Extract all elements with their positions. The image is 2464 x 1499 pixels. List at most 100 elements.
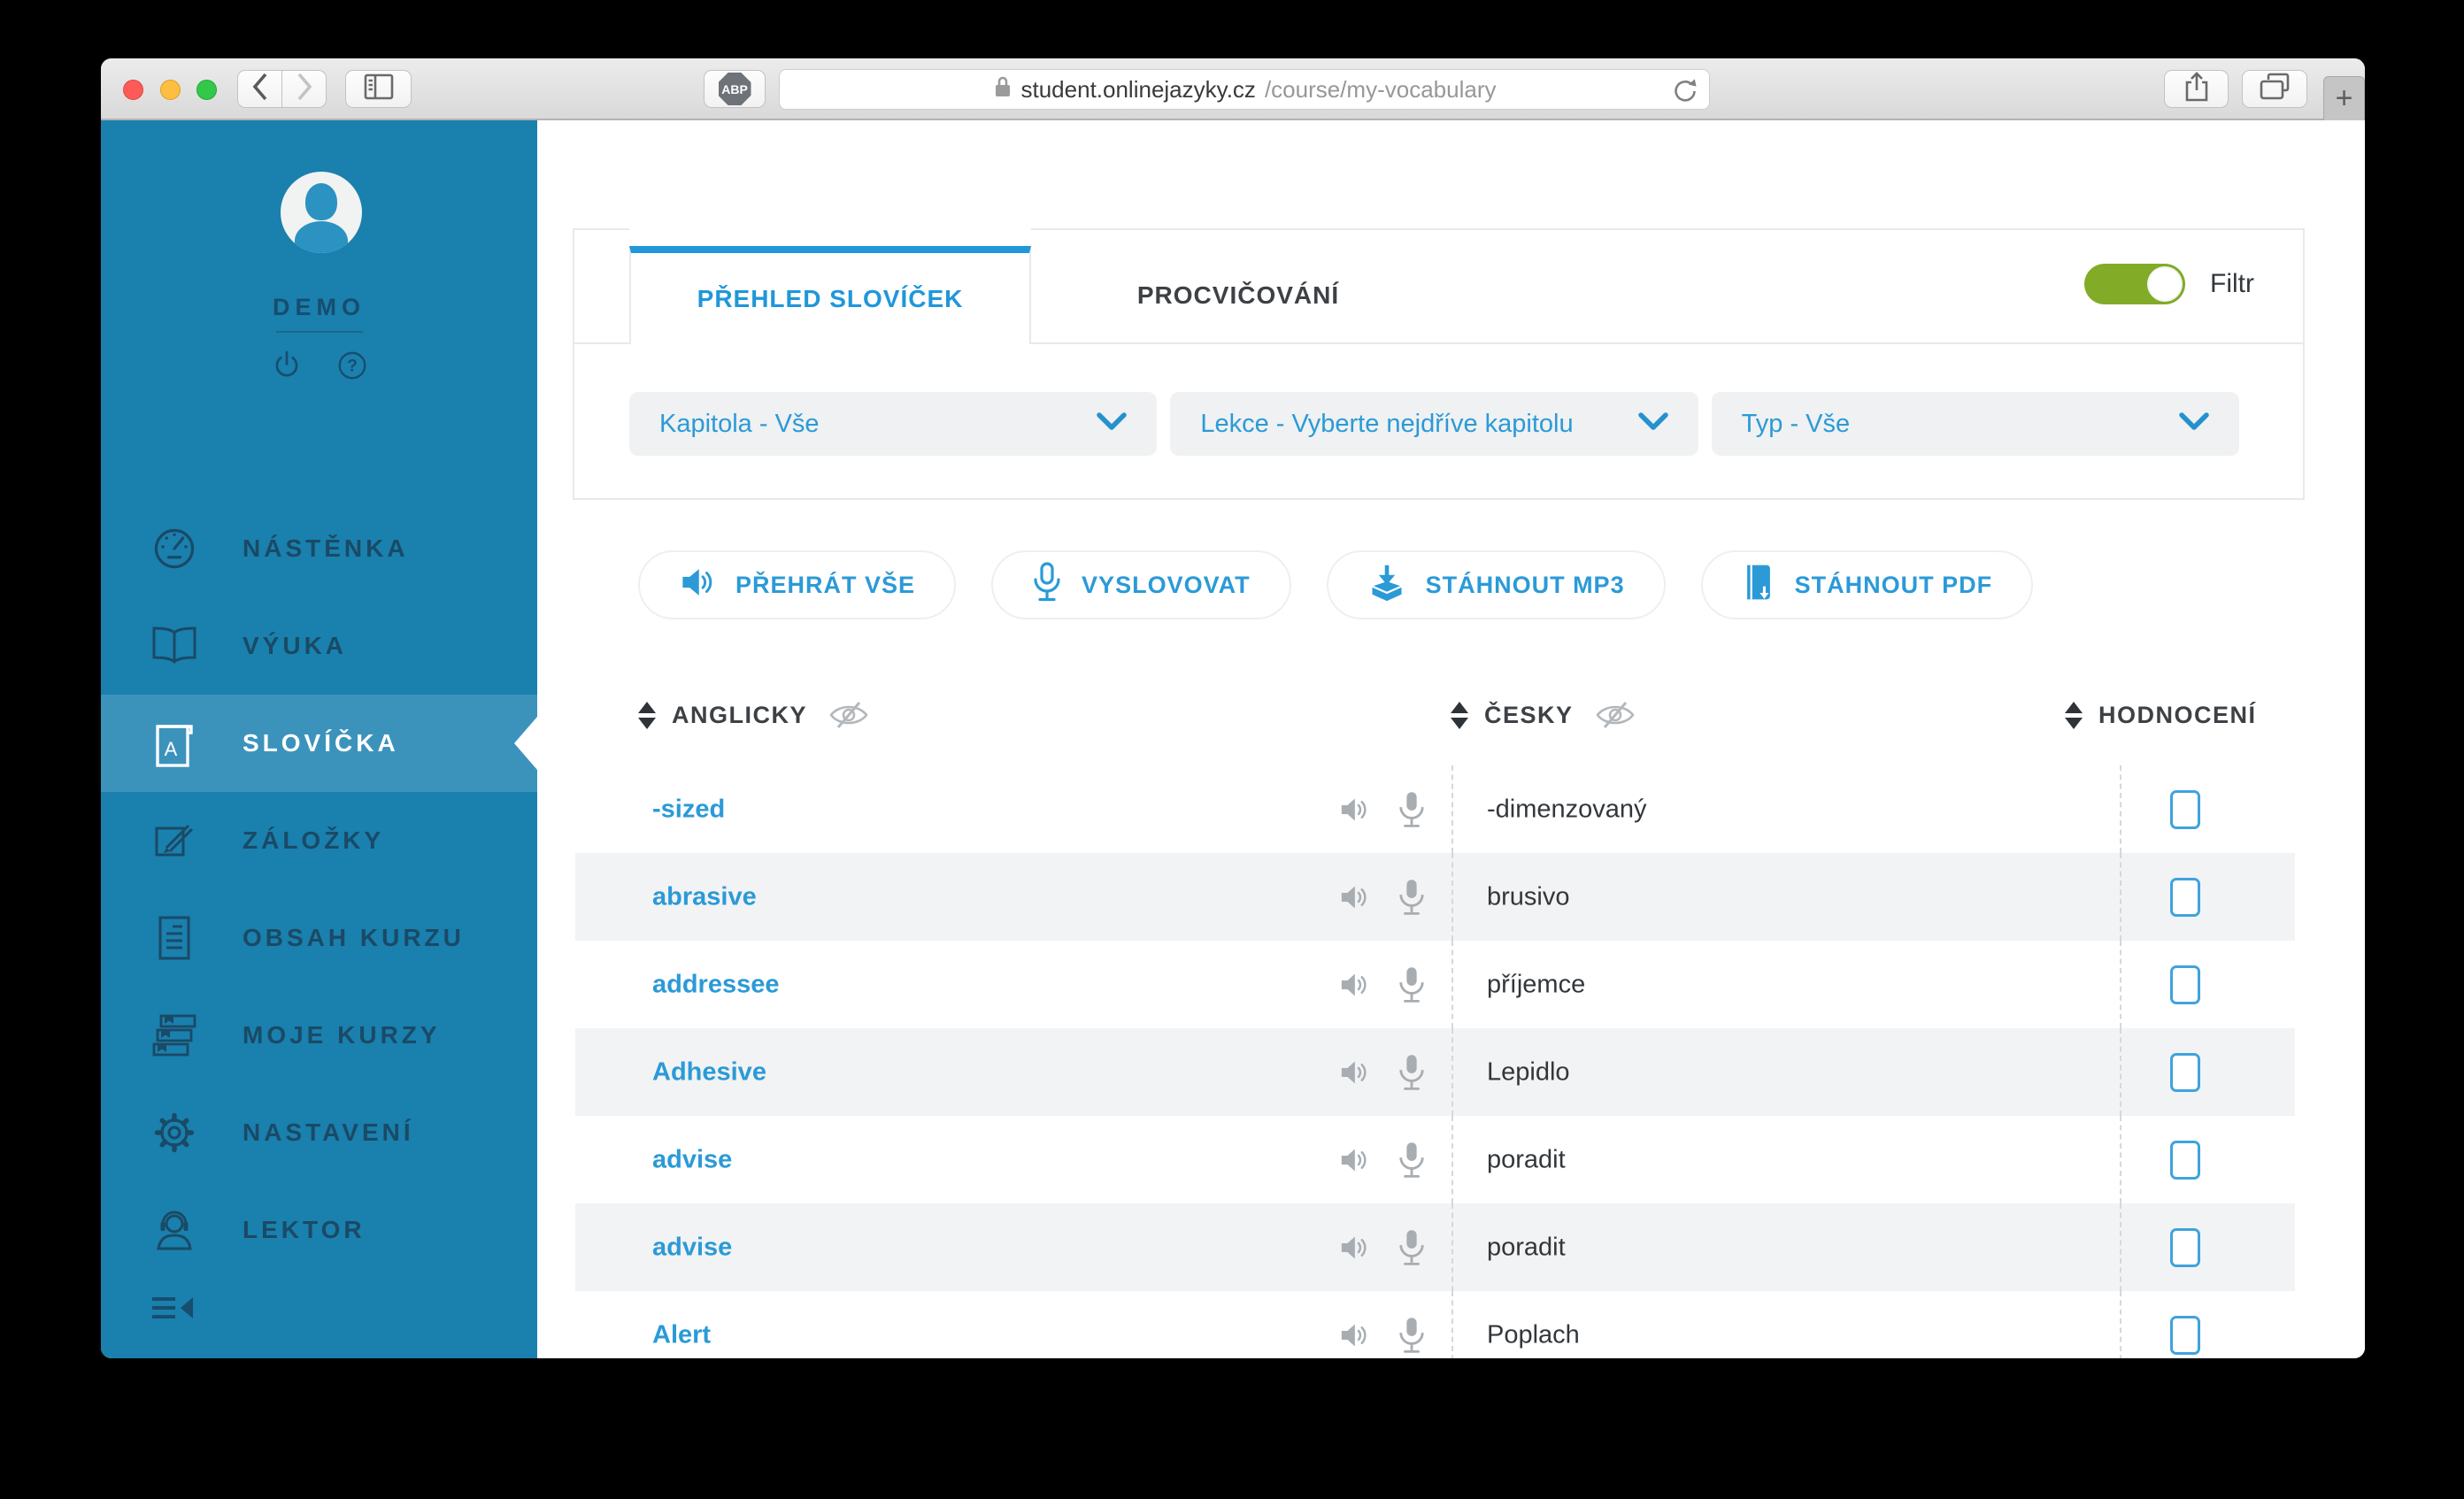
table-row: advise poradit [575, 1116, 2295, 1203]
sort-hodnoceni-button[interactable] [2065, 701, 2083, 729]
logout-power-icon[interactable] [270, 349, 304, 387]
speaker-icon[interactable] [1336, 1055, 1372, 1090]
action-label: STÁHNOUT PDF [1794, 571, 1993, 598]
tutor-headset-icon [149, 1206, 200, 1254]
sidebar-item-vyuka[interactable]: VÝUKA [101, 597, 537, 695]
english-word[interactable]: -sized [652, 795, 725, 824]
url-path: /course/my-vocabulary [1264, 75, 1497, 103]
english-word[interactable]: advise [652, 1233, 732, 1262]
sort-anglicky-button[interactable] [638, 701, 656, 729]
rating-checkbox[interactable] [2170, 1052, 2200, 1092]
sidebar-item-label: NASTAVENÍ [243, 1118, 414, 1146]
english-word[interactable]: Adhesive [652, 1057, 766, 1087]
tab-overview-button[interactable] [2242, 70, 2307, 108]
sort-cesky-button[interactable] [1451, 701, 1468, 729]
minimize-window-button[interactable] [160, 80, 181, 100]
sidebar-item-nastaveni[interactable]: NASTAVENÍ [101, 1084, 537, 1181]
speaker-icon[interactable] [1336, 1142, 1372, 1178]
sidebar-item-obsah-kurzu[interactable]: OBSAH KURZU [101, 889, 537, 987]
download-pdf-button[interactable]: STÁHNOUT PDF [1700, 550, 2034, 619]
play-all-button[interactable]: PŘEHRÁT VŠE [638, 550, 957, 619]
avatar[interactable] [281, 172, 362, 253]
sidebar-item-slovicka[interactable]: A SLOVÍČKA [101, 695, 537, 792]
rating-checkbox[interactable] [2170, 877, 2200, 917]
column-divider [2120, 853, 2121, 941]
speaker-icon[interactable] [1336, 792, 1372, 827]
bookmarks-pencil-icon [149, 818, 200, 864]
share-button[interactable] [2164, 70, 2229, 108]
rating-checkbox[interactable] [2170, 1140, 2200, 1180]
column-label: ČESKY [1484, 701, 1574, 728]
forward-button[interactable] [281, 70, 327, 108]
column-divider [2120, 1291, 2121, 1358]
user-divider [276, 331, 363, 333]
vocabulary-card: PŘEHLED SLOVÍČEK PROCVIČOVÁNÍ Filtr Kapi… [573, 228, 2305, 500]
chevron-right-icon [295, 72, 314, 106]
speaker-icon[interactable] [1336, 880, 1372, 915]
microphone-icon[interactable] [1398, 965, 1426, 1004]
microphone-icon[interactable] [1398, 878, 1426, 917]
speaker-icon[interactable] [1336, 1318, 1372, 1353]
column-divider [1451, 941, 1453, 1028]
filter-toggle[interactable] [2084, 264, 2185, 304]
sidebar-item-zalozky[interactable]: ZÁLOŽKY [101, 792, 537, 889]
table-row: advise poradit [575, 1203, 2295, 1291]
english-word[interactable]: Alert [652, 1320, 711, 1349]
column-divider [1451, 765, 1453, 853]
pronounce-button[interactable]: VYSLOVOVAT [991, 550, 1291, 619]
english-word[interactable]: advise [652, 1145, 732, 1174]
sidebar-item-moje-kurzy[interactable]: MOJE KURZY [101, 987, 537, 1084]
speaker-icon[interactable] [1336, 967, 1372, 1003]
microphone-icon[interactable] [1398, 1228, 1426, 1267]
tab-procvicovani[interactable]: PROCVIČOVÁNÍ [1043, 246, 1433, 344]
hide-anglicky-eye-off-icon[interactable] [828, 701, 869, 729]
microphone-icon[interactable] [1398, 790, 1426, 829]
microphone-icon[interactable] [1398, 1316, 1426, 1355]
download-mp3-button[interactable]: STÁHNOUT MP3 [1326, 550, 1666, 619]
share-icon [2183, 71, 2210, 107]
chapter-dropdown[interactable]: Kapitola - Vše [629, 392, 1158, 456]
help-icon[interactable]: ? [335, 349, 369, 387]
microphone-icon[interactable] [1398, 1141, 1426, 1180]
column-divider [1451, 1028, 1453, 1116]
tab-prehled-slovicek[interactable]: PŘEHLED SLOVÍČEK [629, 246, 1031, 344]
sidebar-item-nastenka[interactable]: NÁSTĚNKA [101, 500, 537, 597]
column-divider [1451, 1291, 1453, 1358]
column-divider [2120, 941, 2121, 1028]
czech-word: brusivo [1487, 882, 1570, 911]
sidebar-toggle-button[interactable] [345, 70, 412, 108]
speaker-icon[interactable] [1336, 1230, 1372, 1265]
column-header-cesky: ČESKY [1451, 697, 1636, 733]
speaker-icon [679, 564, 716, 607]
zoom-window-button[interactable] [196, 80, 217, 100]
reload-button[interactable] [1672, 77, 1698, 111]
chevron-down-icon [1637, 410, 1668, 439]
address-bar[interactable]: student.onlinejazyky.cz/course/my-vocabu… [779, 69, 1710, 110]
book-open-icon [149, 626, 200, 666]
tabs-overview-icon [2258, 73, 2291, 105]
column-divider [2120, 1116, 2121, 1203]
rating-checkbox[interactable] [2170, 965, 2200, 1004]
sidebar-item-lektor[interactable]: LEKTOR [101, 1181, 537, 1279]
new-tab-button[interactable]: + [2323, 76, 2365, 120]
english-word[interactable]: abrasive [652, 882, 757, 911]
english-word[interactable]: addressee [652, 970, 780, 999]
collapse-sidebar-button[interactable] [150, 1290, 196, 1329]
rating-checkbox[interactable] [2170, 1227, 2200, 1267]
filter-dropdowns: Kapitola - Vše Lekce - Vyberte nejdříve … [629, 392, 2239, 456]
hide-cesky-eye-off-icon[interactable] [1595, 701, 1636, 729]
rating-checkbox[interactable] [2170, 789, 2200, 829]
lesson-dropdown[interactable]: Lekce - Vyberte nejdříve kapitolu [1170, 392, 1698, 456]
svg-text:A: A [165, 738, 178, 760]
microphone-icon[interactable] [1398, 1053, 1426, 1092]
czech-word: Poplach [1487, 1320, 1580, 1349]
chevron-left-icon [250, 72, 270, 106]
type-dropdown[interactable]: Typ - Vše [1711, 392, 2239, 456]
rating-checkbox[interactable] [2170, 1315, 2200, 1355]
sidebar-item-label: NÁSTĚNKA [243, 534, 409, 562]
avatar-torso [295, 221, 348, 253]
page-body: DEMO ? NÁSTĚNKA VÝUKA A SLOVÍČKA ZÁLOŽKY… [101, 120, 2365, 1358]
close-window-button[interactable] [123, 80, 143, 100]
back-button[interactable] [237, 70, 282, 108]
adblock-extension-button[interactable]: ABP [704, 70, 766, 108]
